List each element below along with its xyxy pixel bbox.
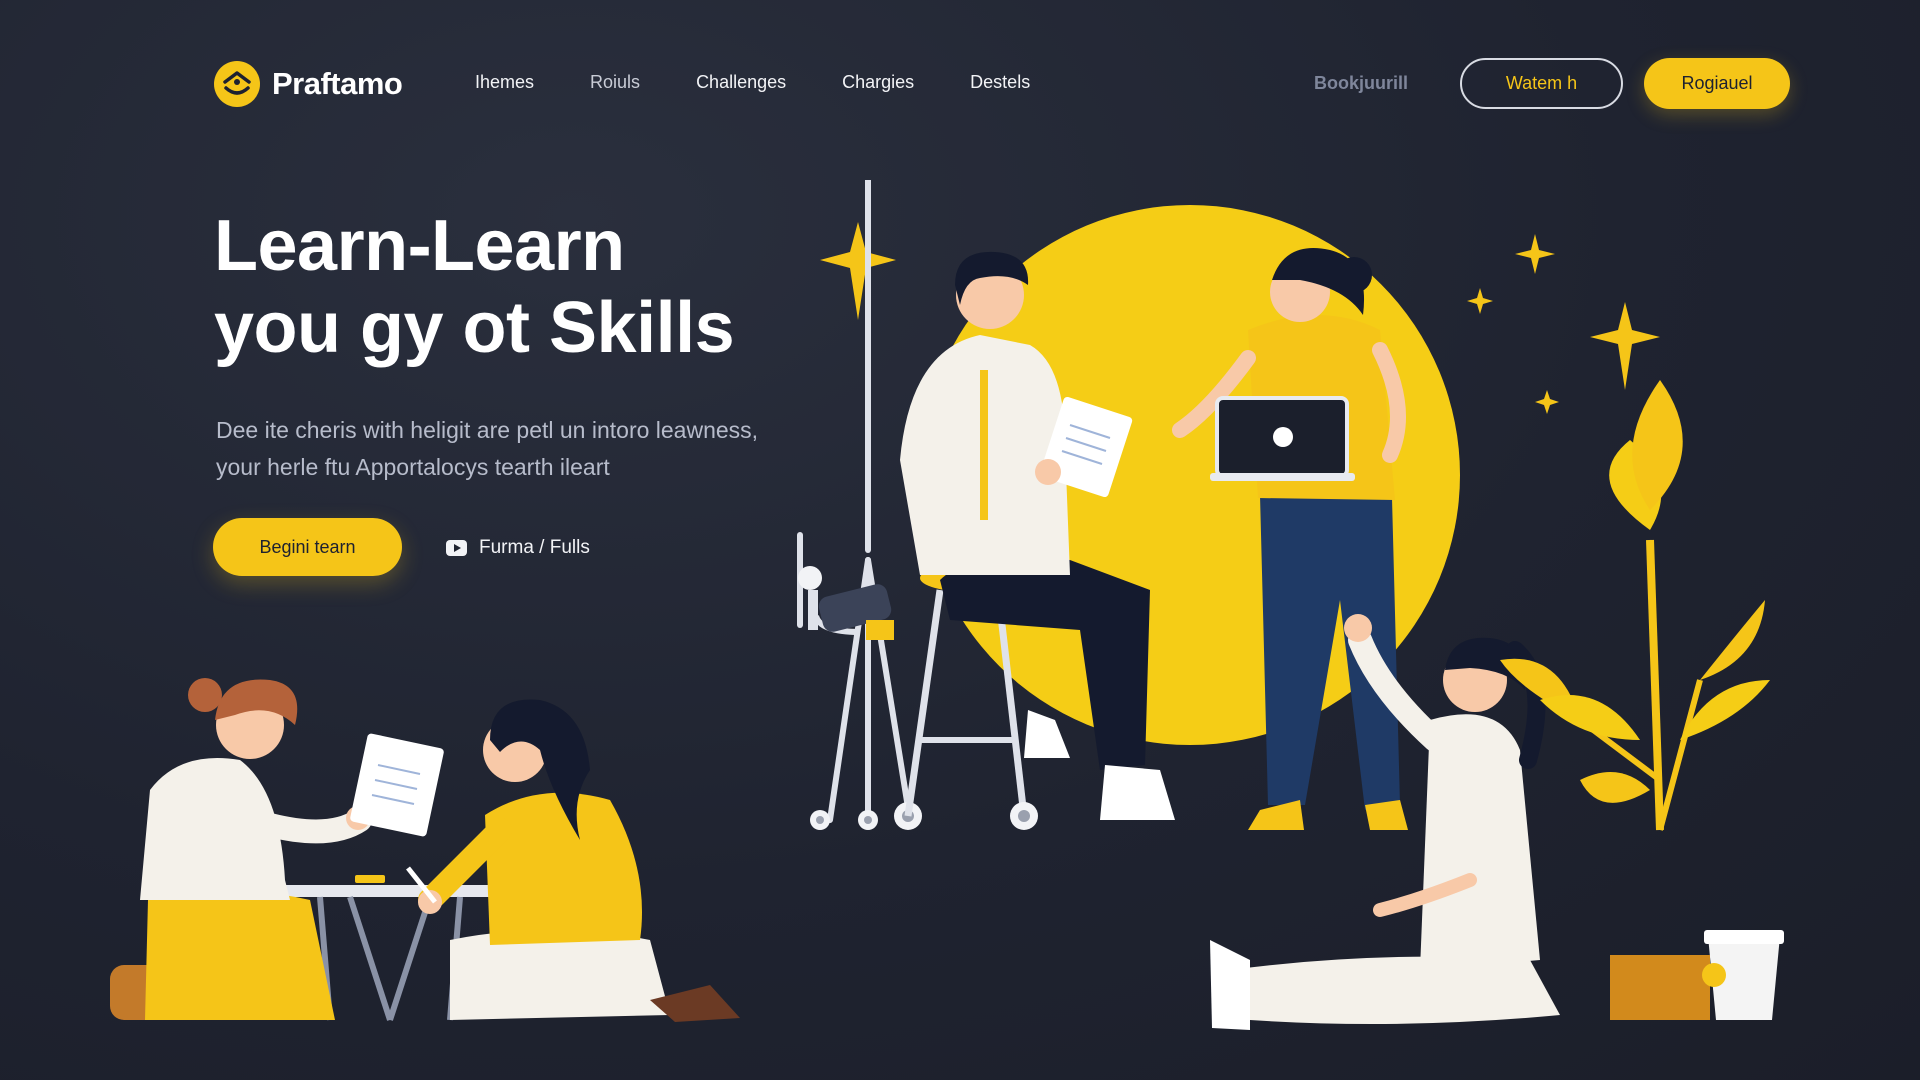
woman-right-figure	[406, 699, 740, 1022]
nav-link-roiuls[interactable]: Roiuls	[590, 72, 640, 93]
nav-link-themes[interactable]: Ihemes	[475, 72, 534, 93]
watch-button[interactable]: Watem h	[1460, 58, 1623, 109]
register-button[interactable]: Rogiauel	[1644, 58, 1790, 109]
play-icon	[446, 540, 467, 556]
top-navigation: Praftamo Ihemes Roiuls Challenges Chargi…	[0, 0, 1920, 170]
hero-illustration	[797, 180, 1784, 1030]
begin-learn-button[interactable]: Begini tearn	[213, 518, 402, 576]
video-link-label: Furma / Fulls	[479, 537, 590, 558]
hero-title: Learn-Learn you gy ot Skills	[214, 205, 854, 369]
hero-subtitle-line-2: your herle ftu Apportalocys tearth ilear…	[216, 454, 610, 480]
bookjournal-link[interactable]: Bookjuurill	[1314, 73, 1408, 94]
nav-link-chargies[interactable]: Chargies	[842, 72, 914, 93]
logo-mark-icon	[214, 61, 260, 107]
nav-links: Ihemes Roiuls Challenges Chargies Destel…	[475, 72, 1086, 93]
potted-plant	[1500, 380, 1784, 1020]
nav-link-destels[interactable]: Destels	[970, 72, 1030, 93]
nav-link-challenges[interactable]: Challenges	[696, 72, 786, 93]
hero-title-line-1: Learn-Learn	[214, 206, 625, 286]
hero-subtitle-line-1: Dee ite cheris with heligit are petl un …	[216, 417, 759, 443]
woman-left-figure	[140, 678, 444, 1020]
brand-name: Praftamo	[272, 66, 403, 101]
brand-logo[interactable]: Praftamo	[214, 60, 403, 108]
hero-subtitle: Dee ite cheris with heligit are petl un …	[216, 412, 836, 486]
video-link[interactable]: Furma / Fulls	[446, 533, 590, 563]
hero-title-line-2: you gy ot Skills	[214, 288, 735, 368]
study-illustration	[110, 678, 740, 1022]
